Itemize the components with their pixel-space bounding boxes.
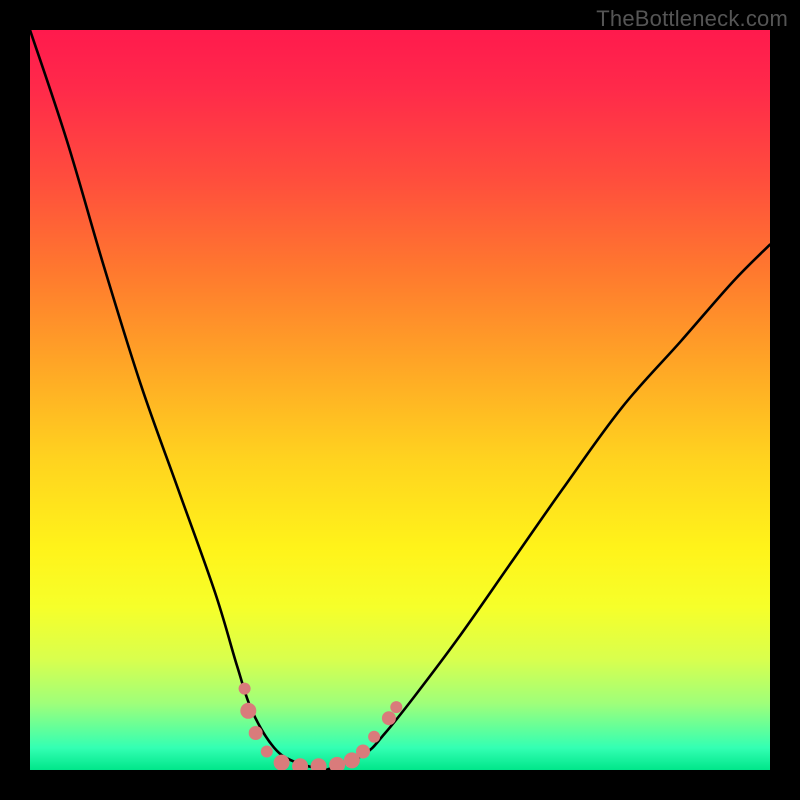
valley-marker <box>240 703 256 719</box>
left-curve <box>30 30 326 770</box>
valley-marker <box>368 731 380 743</box>
valley-marker <box>356 745 370 759</box>
valley-marker <box>274 755 290 770</box>
valley-marker <box>329 757 345 770</box>
chart-frame: TheBottleneck.com <box>0 0 800 800</box>
valley-marker <box>382 711 396 725</box>
valley-marker <box>311 758 327 770</box>
plot-area <box>30 30 770 770</box>
valley-marker <box>261 746 273 758</box>
watermark-text: TheBottleneck.com <box>596 6 788 32</box>
valley-markers <box>239 683 403 770</box>
valley-marker <box>239 683 251 695</box>
valley-marker <box>249 726 263 740</box>
valley-marker <box>390 701 402 713</box>
right-curve <box>326 245 770 770</box>
curve-layer <box>30 30 770 770</box>
valley-marker <box>292 758 308 770</box>
